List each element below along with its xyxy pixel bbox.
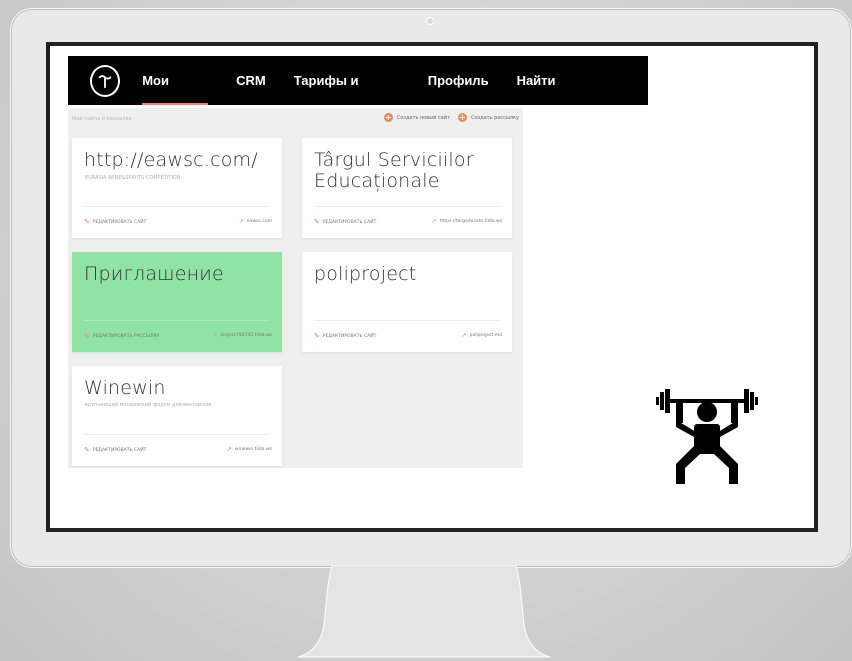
external-link-icon: ↗ xyxy=(431,218,437,225)
monitor-stand xyxy=(297,565,551,658)
site-url-link[interactable]: ↗ poliproject.md xyxy=(462,332,502,339)
edit-mailing-link[interactable]: ✎ РЕДАКТИРОВАТЬ РАССЫЛКУ xyxy=(84,332,159,340)
site-url: winewin.tilda.ws xyxy=(234,447,272,452)
sites-dashboard: Мои сайты и рассылки + Создать новый сай… xyxy=(68,108,523,468)
nav-profile[interactable]: Профиль xyxy=(428,56,489,105)
weightlifter-icon xyxy=(656,389,758,484)
plus-icon: + xyxy=(457,113,467,122)
mailing-url-link[interactable]: ↗ project793745.tilda.ws xyxy=(212,332,272,339)
webcam-icon xyxy=(426,17,434,25)
external-link-icon: ↗ xyxy=(238,218,244,225)
nav-find-designer[interactable]: Найти дизайнера xyxy=(517,56,620,137)
site-url-link[interactable]: ↗ winewin.tilda.ws xyxy=(227,446,272,453)
dashboard-caption: Мои сайты и рассылки xyxy=(72,116,132,122)
site-url: poliproject.md xyxy=(469,333,502,338)
site-title: Winewin xyxy=(84,377,166,399)
tilda-t-glyph xyxy=(98,74,112,88)
plus-icon: + xyxy=(383,113,393,122)
card-divider xyxy=(84,206,270,207)
pencil-icon: ✎ xyxy=(84,218,90,226)
card-divider xyxy=(314,320,500,321)
site-card[interactable]: Winewin крупнейший молдавский форум для … xyxy=(72,366,282,466)
site-url-link[interactable]: ↗ https://targeducate.tilda.ws xyxy=(432,218,502,225)
edit-site-label: РЕДАКТИРОВАТЬ САЙТ xyxy=(92,447,147,453)
create-site-label: Создать новый сайт xyxy=(396,114,450,121)
mailing-title: Приглашение xyxy=(84,263,224,285)
external-link-icon: ↗ xyxy=(461,332,467,339)
edit-site-link[interactable]: ✎ РЕДАКТИРОВАТЬ САЙТ xyxy=(314,332,376,340)
pencil-icon: ✎ xyxy=(84,446,90,454)
site-url: https://targeducate.tilda.ws xyxy=(439,219,502,224)
nav-plans-billing[interactable]: Тарифы и оплата xyxy=(294,56,400,137)
dashboard-actions: + Создать новый сайт + Создать рассылку xyxy=(383,113,519,122)
edit-mailing-label: РЕДАКТИРОВАТЬ РАССЫЛКУ xyxy=(92,333,160,339)
card-divider xyxy=(314,206,500,207)
mailing-url: project793745.tilda.ws xyxy=(220,333,272,338)
edit-site-link[interactable]: ✎ РЕДАКТИРОВАТЬ САЙТ xyxy=(314,218,376,226)
external-link-icon: ↗ xyxy=(226,446,232,453)
pencil-icon: ✎ xyxy=(84,332,90,340)
site-url: eawsc.com xyxy=(246,219,272,224)
card-divider xyxy=(84,320,270,321)
pencil-icon: ✎ xyxy=(314,218,320,226)
site-title: poliproject xyxy=(314,263,417,285)
edit-site-label: РЕДАКТИРОВАТЬ САЙТ xyxy=(92,219,147,225)
dashboard-subbar: Мои сайты и рассылки + Создать новый сай… xyxy=(68,108,523,130)
edit-site-link[interactable]: ✎ РЕДАКТИРОВАТЬ САЙТ xyxy=(84,446,146,454)
create-mailing-button[interactable]: + Создать рассылку xyxy=(457,113,519,122)
create-mailing-label: Создать рассылку xyxy=(470,114,519,121)
site-card[interactable]: http://eawsc.com/ EURASIA WINE&SPIRITS C… xyxy=(72,138,282,238)
site-title: http://eawsc.com/ xyxy=(84,149,258,171)
top-navigation: Мои сайты CRM Тарифы и оплата Профиль На… xyxy=(68,56,648,137)
site-card[interactable]: poliproject ✎ РЕДАКТИРОВАТЬ САЙТ ↗ polip… xyxy=(302,252,512,352)
site-description: EURASIA WINE&SPIRITS COMPETITION xyxy=(85,175,181,181)
edit-site-link[interactable]: ✎ РЕДАКТИРОВАТЬ САЙТ xyxy=(84,218,146,226)
site-description: крупнейший молдавский форум для винодело… xyxy=(85,402,212,408)
create-site-button[interactable]: + Создать новый сайт xyxy=(383,113,450,122)
mailing-card[interactable]: Приглашение ✎ РЕДАКТИРОВАТЬ РАССЫЛКУ ↗ p… xyxy=(72,252,282,352)
nav-crm[interactable]: CRM xyxy=(236,56,266,105)
tilda-logo-icon[interactable] xyxy=(90,64,121,97)
nav-my-sites[interactable]: Мои сайты xyxy=(142,56,208,137)
pencil-icon: ✎ xyxy=(314,332,320,340)
site-card[interactable]: Târgul Serviciilor Educaționale ✎ РЕДАКТ… xyxy=(302,138,512,238)
site-title: Târgul Serviciilor Educaționale xyxy=(314,149,474,192)
external-link-icon: ↗ xyxy=(212,332,218,339)
site-url-link[interactable]: ↗ eawsc.com xyxy=(239,218,272,225)
edit-site-label: РЕДАКТИРОВАТЬ САЙТ xyxy=(322,333,377,339)
card-divider xyxy=(84,434,270,435)
edit-site-label: РЕДАКТИРОВАТЬ САЙТ xyxy=(322,219,377,225)
